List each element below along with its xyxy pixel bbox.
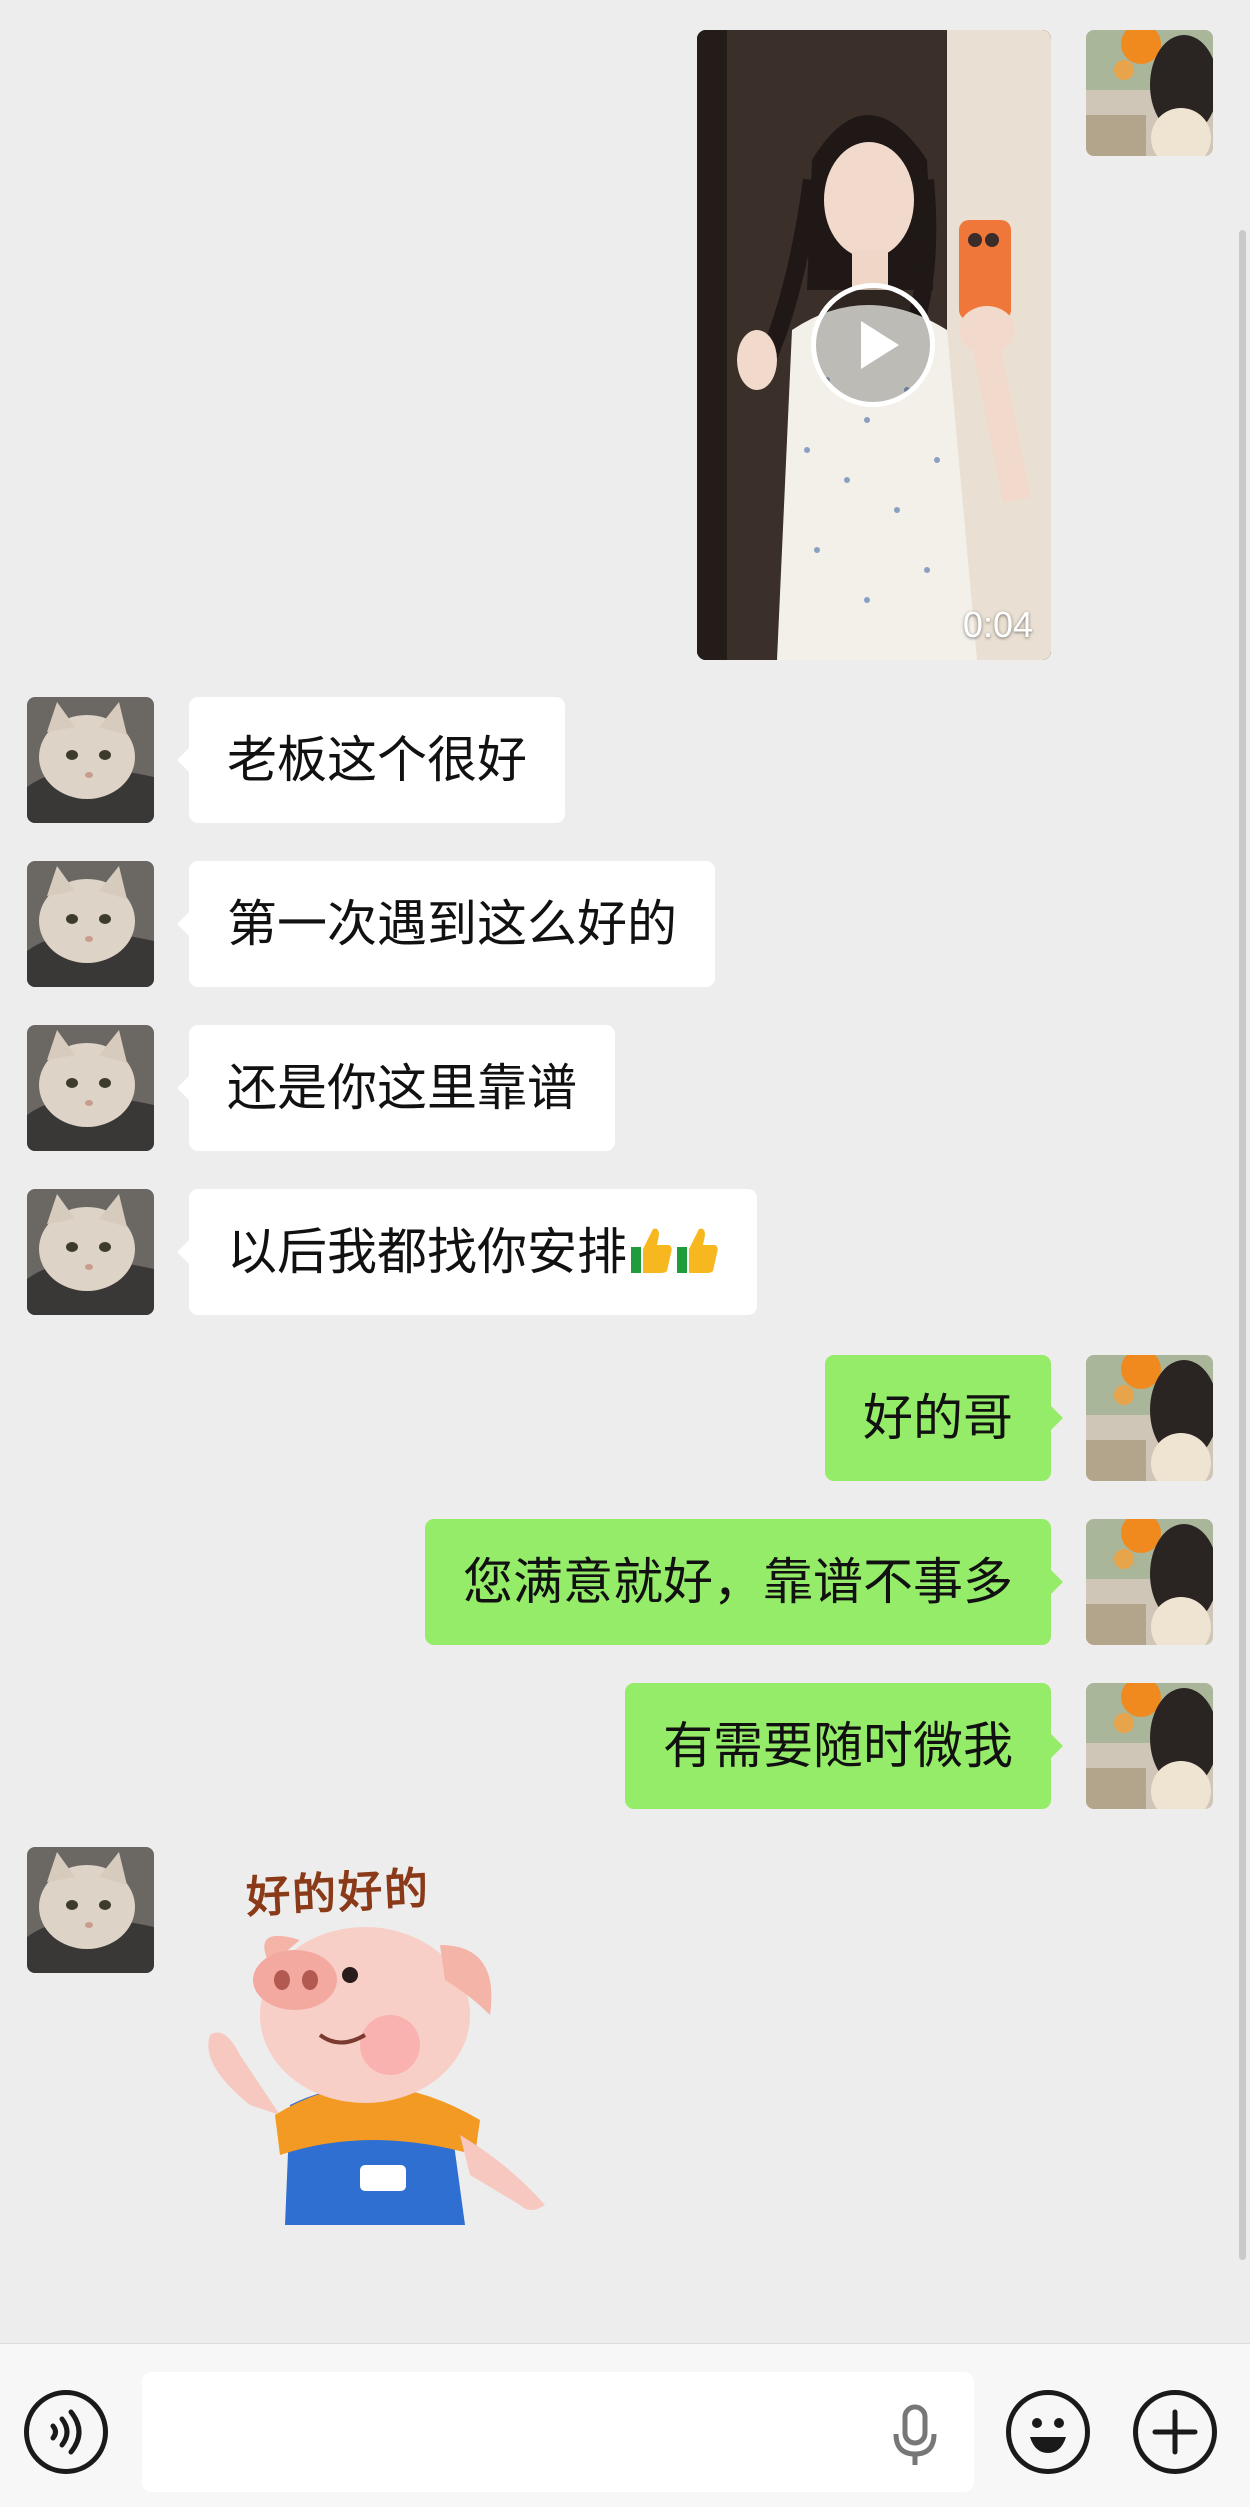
message-text: 老板这个很好 [227, 731, 527, 789]
message-bubble-outgoing[interactable]: 有需要随时微我 [625, 1683, 1063, 1809]
contact-avatar[interactable] [27, 697, 154, 823]
message-text: 还是你这里靠谱 [227, 1059, 577, 1117]
voice-mode-icon[interactable] [24, 2390, 108, 2474]
message-text: 第一次遇到这么好的 [227, 895, 677, 953]
message-bubble-incoming[interactable]: 以后我都找你安排 [177, 1189, 757, 1315]
pig-sticker[interactable]: 好的好的 [190, 1845, 580, 2235]
my-avatar[interactable] [1086, 30, 1213, 156]
video-duration: 0:04 [962, 604, 1033, 645]
my-avatar[interactable] [1086, 1683, 1213, 1809]
message-bubble-incoming[interactable]: 第一次遇到这么好的 [177, 861, 715, 987]
message-bubble-incoming[interactable]: 老板这个很好 [177, 697, 565, 823]
thumbs-up-icon [677, 1228, 718, 1273]
message-text: 好的哥 [863, 1389, 1013, 1447]
emoji-icon[interactable] [1006, 2390, 1090, 2474]
play-icon[interactable] [811, 283, 935, 407]
contact-avatar[interactable] [27, 861, 154, 987]
message-text: 您满意就好，靠谱不事多 [463, 1553, 1013, 1611]
scrollbar[interactable] [1239, 230, 1246, 2260]
plus-icon[interactable] [1133, 2390, 1217, 2474]
video-message[interactable]: 0:04 [697, 30, 1051, 660]
message-bubble-outgoing[interactable]: 好的哥 [825, 1355, 1063, 1481]
message-bubble-incoming[interactable]: 还是你这里靠谱 [177, 1025, 615, 1151]
my-avatar[interactable] [1086, 1519, 1213, 1645]
message-text: 有需要随时微我 [663, 1717, 1013, 1775]
contact-avatar[interactable] [27, 1025, 154, 1151]
contact-avatar[interactable] [27, 1847, 154, 1973]
my-avatar[interactable] [1086, 1355, 1213, 1481]
message-input[interactable] [142, 2372, 974, 2492]
chat-area[interactable]: 0:04 老板这个很好 第一次遇到这么好的 还是你这里靠谱 以后我都找你安排 好… [0, 0, 1250, 2343]
thumbs-up-icon [631, 1228, 672, 1273]
message-text: 以后我都找你安排 [227, 1223, 627, 1281]
pig-sticker-image [208, 1927, 545, 2225]
input-toolbar [0, 2343, 1250, 2507]
contact-avatar[interactable] [27, 1189, 154, 1315]
microphone-icon[interactable] [890, 2404, 940, 2468]
message-bubble-outgoing[interactable]: 您满意就好，靠谱不事多 [425, 1519, 1063, 1645]
